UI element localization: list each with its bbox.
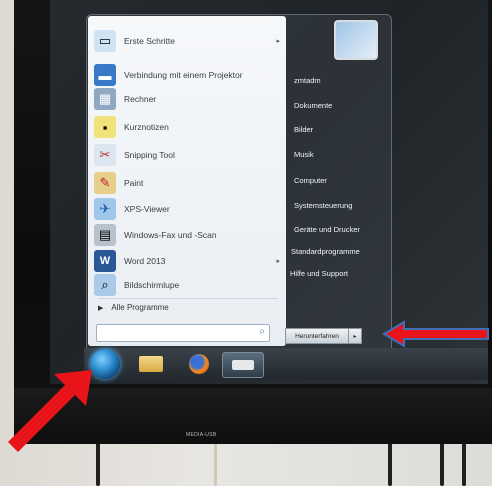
- submenu-arrow-icon: ▸: [276, 38, 280, 45]
- triangle-right-icon: ▶: [98, 304, 104, 312]
- start-search-input[interactable]: ⌕: [96, 324, 270, 342]
- right-item-bilder[interactable]: Bilder: [294, 125, 313, 134]
- shutdown-button[interactable]: Herunterfahren: [285, 328, 349, 344]
- start-item-word[interactable]: W Word 2013 ▸: [94, 248, 282, 274]
- annotation-arrow-bottom-left: [8, 370, 92, 452]
- start-item-kurznotizen[interactable]: ▪ Kurznotizen: [94, 114, 282, 140]
- annotation-arrow-right: [382, 320, 489, 348]
- start-item-xps-viewer[interactable]: ✈ XPS-Viewer: [94, 196, 282, 222]
- all-programs-button[interactable]: ▶ Alle Programme: [98, 303, 169, 312]
- getting-started-icon: ▭: [94, 30, 116, 52]
- start-item-label: Kurznotizen: [124, 122, 169, 132]
- right-item-standardprogramme[interactable]: Standardprogramme: [291, 247, 360, 256]
- start-item-snipping-tool[interactable]: ✂ Snipping Tool: [94, 142, 282, 168]
- start-item-label: Erste Schritte: [124, 36, 176, 46]
- cable: [214, 440, 217, 486]
- magnifier-icon: ⌕: [94, 274, 116, 296]
- firefox-icon[interactable]: [184, 352, 214, 376]
- paint-icon: ✎: [94, 172, 116, 194]
- start-item-label: Bildschirmlupe: [124, 280, 180, 290]
- start-item-label: Rechner: [124, 94, 157, 104]
- start-item-fax-scan[interactable]: ▤ Windows-Fax und -Scan: [94, 222, 282, 248]
- start-item-label: Windows-Fax und -Scan: [124, 230, 217, 240]
- word-icon: W: [94, 250, 116, 272]
- fax-scan-icon: ▤: [94, 224, 116, 246]
- right-item-computer[interactable]: Computer: [294, 176, 327, 185]
- start-item-paint[interactable]: ✎ Paint: [94, 170, 282, 196]
- shutdown-options-button[interactable]: ▸: [348, 328, 362, 344]
- menu-separator: [98, 298, 278, 299]
- cable: [388, 440, 392, 486]
- start-item-label: Snipping Tool: [124, 150, 175, 160]
- right-item-user[interactable]: zmtadm: [294, 76, 321, 85]
- search-icon: ⌕: [259, 326, 265, 337]
- projector-icon: ▬: [94, 64, 116, 86]
- user-avatar[interactable]: [334, 20, 378, 60]
- start-item-label: Word 2013: [124, 256, 166, 266]
- start-item-label: Paint: [124, 178, 144, 188]
- file-explorer-folder-icon[interactable]: [136, 352, 166, 376]
- bezel-label: MEDIA-USB: [186, 432, 217, 438]
- right-item-hilfe-support[interactable]: Hilfe und Support: [290, 269, 348, 278]
- app-icon[interactable]: [222, 352, 264, 378]
- sticky-notes-icon: ▪: [94, 116, 116, 138]
- all-programs-label: Alle Programme: [111, 303, 169, 312]
- calculator-icon: ▦: [94, 88, 116, 110]
- start-item-erste-schritte[interactable]: ▭ Erste Schritte ▸: [94, 28, 282, 54]
- start-item-bildschirmlupe[interactable]: ⌕ Bildschirmlupe: [94, 272, 282, 298]
- scissors-icon: ✂: [94, 144, 116, 166]
- start-item-label: Verbindung mit einem Projektor: [124, 70, 243, 80]
- right-item-systemsteuerung[interactable]: Systemsteuerung: [294, 201, 352, 210]
- submenu-arrow-icon: ▸: [276, 258, 280, 265]
- start-item-label: XPS-Viewer: [124, 204, 170, 214]
- start-item-rechner[interactable]: ▦ Rechner: [94, 86, 282, 112]
- right-item-musik[interactable]: Musik: [294, 150, 314, 159]
- right-item-dokumente[interactable]: Dokumente: [294, 101, 332, 110]
- cable: [96, 440, 100, 486]
- right-item-geraete-drucker[interactable]: Geräte und Drucker: [294, 225, 360, 234]
- start-item-projektor[interactable]: ▬ Verbindung mit einem Projektor: [94, 62, 282, 88]
- xps-viewer-icon: ✈: [94, 198, 116, 220]
